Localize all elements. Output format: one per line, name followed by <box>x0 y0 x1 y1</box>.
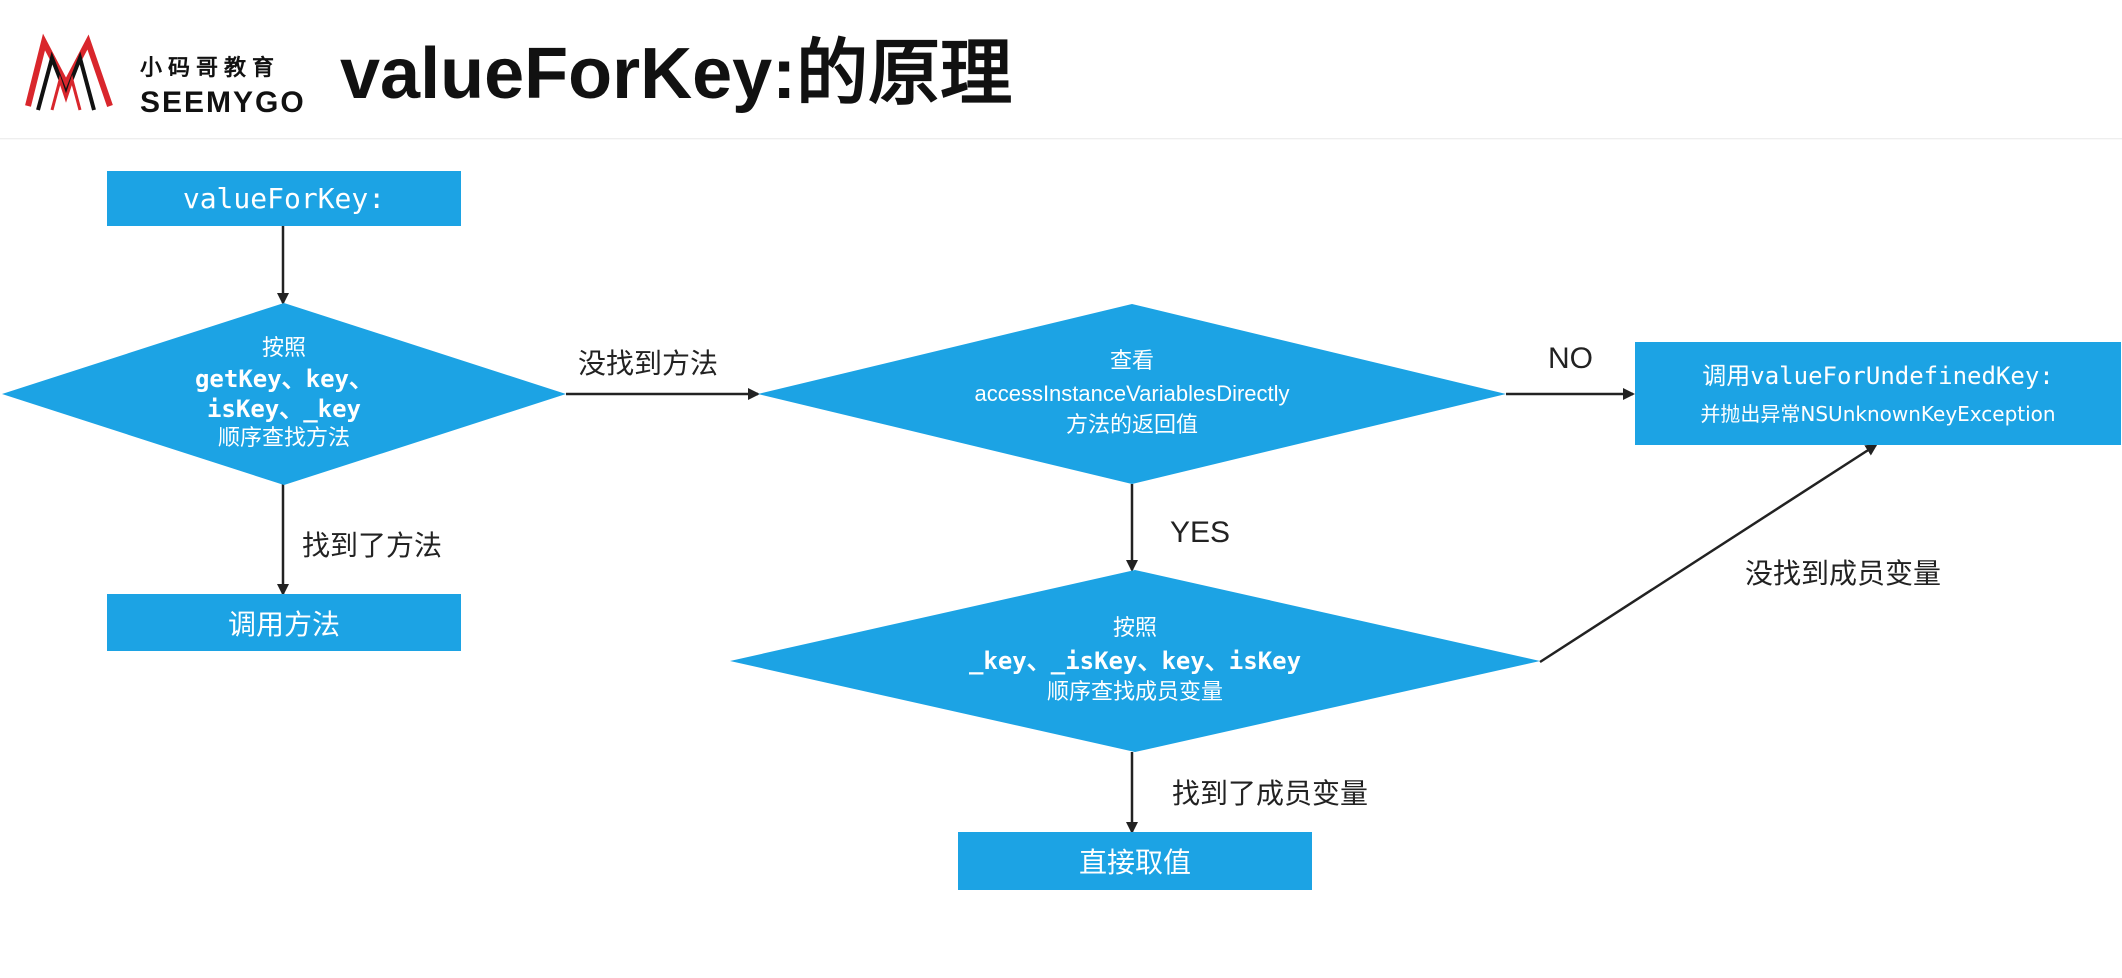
start-node-label: valueForKey: <box>182 182 386 215</box>
lookup-methods-line2: getKey、key、 <box>194 365 374 393</box>
decision-check-access-instance-variables: 查看 accessInstanceVariablesDirectly 方法的返回… <box>758 304 1506 484</box>
undefined-key-method: valueForUndefinedKey: <box>1750 361 2054 390</box>
lookup-ivars-line2: _key、_isKey、key、isKey <box>968 647 1302 675</box>
check-access-line1: 查看 <box>1109 349 1154 374</box>
label-method-not-found: 没找到方法 <box>578 347 719 380</box>
undefined-key-exception: 并抛出异常NSUnknownKeyException <box>1700 401 2056 426</box>
start-node-valueforkey: valueForKey: <box>107 171 461 226</box>
lookup-methods-line1: 按照 <box>261 336 306 361</box>
label-method-found: 找到了方法 <box>302 529 443 562</box>
check-access-line2: accessInstanceVariablesDirectly <box>974 381 1290 406</box>
decision-lookup-ivars: 按照 _key、_isKey、key、isKey 顺序查找成员变量 <box>730 570 1540 752</box>
undefined-key-node: 调用valueForUndefinedKey: 并抛出异常NSUnknownKe… <box>1635 342 2121 445</box>
lookup-methods-line4: 顺序查找方法 <box>217 426 350 451</box>
label-ivar-found: 找到了成员变量 <box>1172 777 1369 810</box>
call-method-label: 调用方法 <box>227 607 340 641</box>
lookup-methods-line3: isKey、_key <box>206 395 362 423</box>
label-no: NO <box>1548 342 1593 375</box>
lookup-ivars-line1: 按照 <box>1112 616 1157 641</box>
check-access-line3: 方法的返回值 <box>1065 413 1198 438</box>
label-ivar-not-found: 没找到成员变量 <box>1745 557 1942 590</box>
call-method-node: 调用方法 <box>107 594 461 651</box>
lookup-ivars-line3: 顺序查找成员变量 <box>1046 680 1223 705</box>
undefined-key-prefix: 调用 <box>1702 361 1751 390</box>
get-value-node: 直接取值 <box>958 832 1312 890</box>
get-value-label: 直接取值 <box>1078 846 1191 879</box>
decision-lookup-methods: 按照 getKey、key、 isKey、_key 顺序查找方法 <box>2 303 566 485</box>
label-yes: YES <box>1170 516 1231 549</box>
